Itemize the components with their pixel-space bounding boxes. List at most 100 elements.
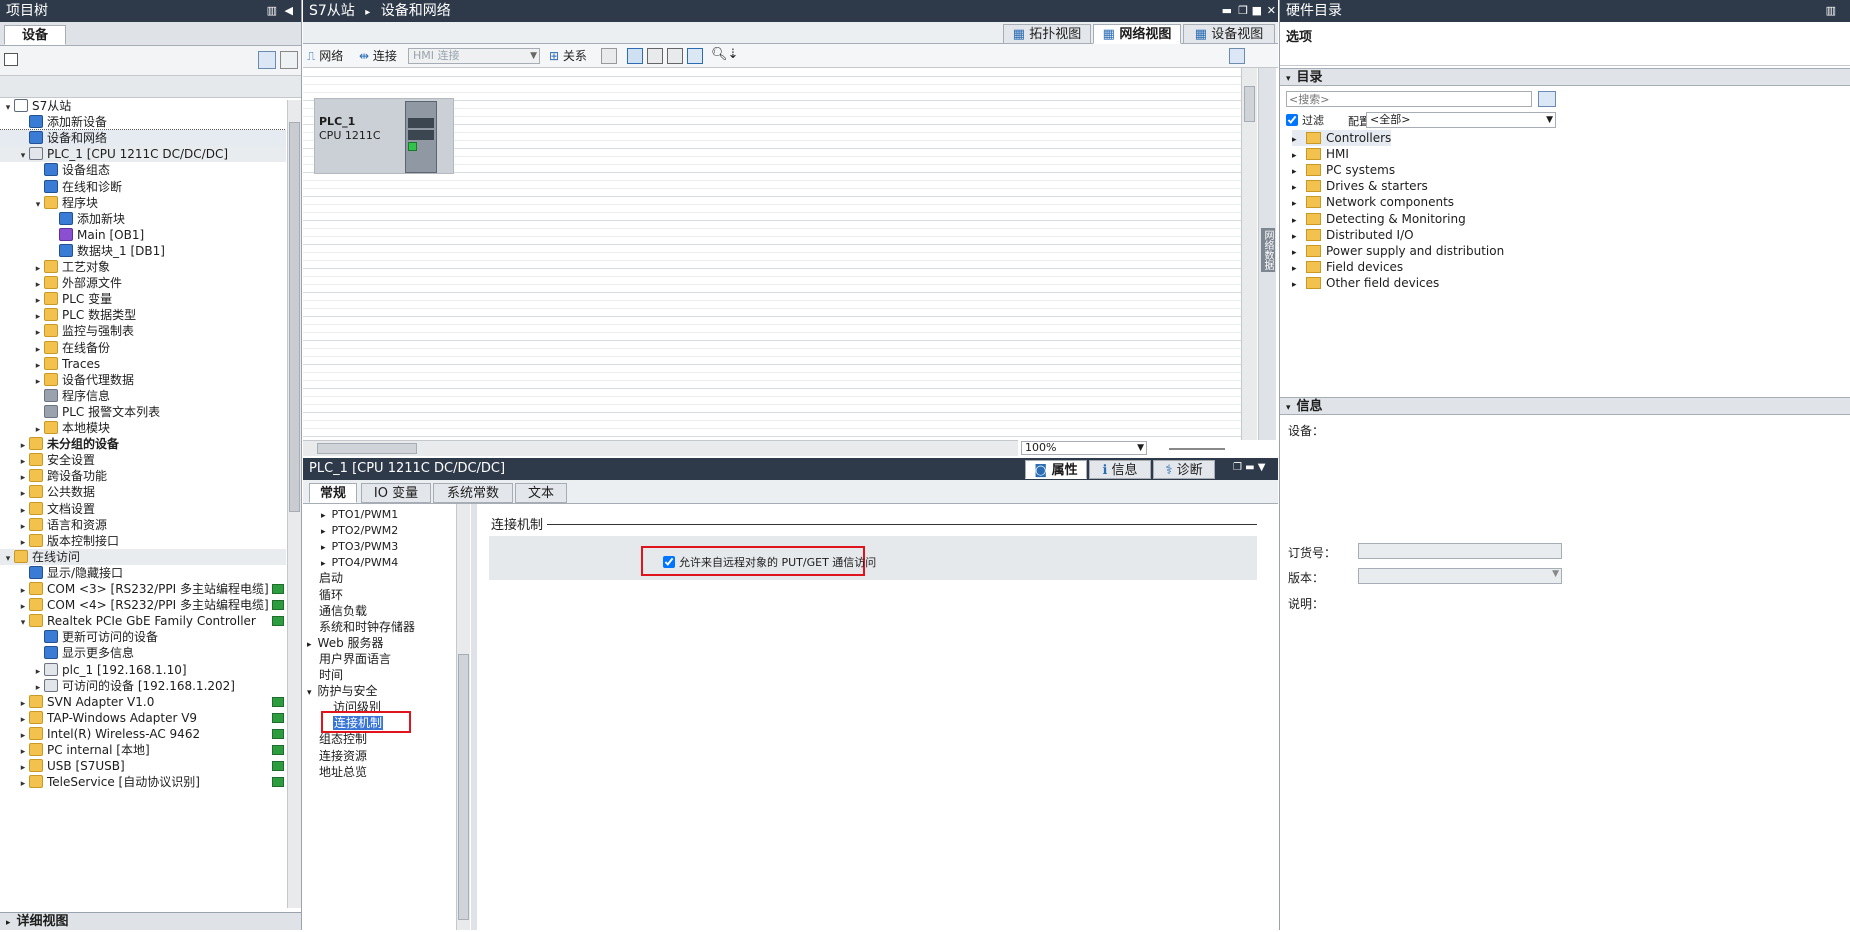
tree-item[interactable]: ▸ PC internal [本地]: [0, 742, 286, 758]
tab-texts[interactable]: 文本: [515, 483, 567, 503]
tree-item[interactable]: ▸ Intel(R) Wireless-AC 9462: [0, 726, 286, 742]
relation-button[interactable]: ⊞ 关系: [549, 47, 587, 65]
nav-item[interactable]: 循环: [319, 587, 343, 603]
tree-item[interactable]: ▸ TAP-Windows Adapter V9: [0, 710, 286, 726]
tree-item[interactable]: 更新可访问的设备: [0, 629, 286, 645]
tree-item[interactable]: ▸ 监控与强制表: [0, 323, 286, 339]
close-icon[interactable]: ✕: [1267, 0, 1276, 22]
details-view-bar[interactable]: ▸ 详细视图: [0, 912, 301, 930]
nav-item[interactable]: 时间: [319, 667, 343, 683]
tree-item[interactable]: PLC 报警文本列表: [0, 404, 286, 420]
put-get-checkbox-row[interactable]: 允许来自远程对象的 PUT/GET 通信访问: [663, 554, 876, 570]
tree-item[interactable]: ▸ 文档设置: [0, 501, 286, 517]
tree-item[interactable]: ▸ 未分组的设备: [0, 436, 286, 452]
nav-item[interactable]: 连接机制: [321, 711, 411, 734]
tree-item[interactable]: ▾ Realtek PCIe GbE Family Controller: [0, 613, 286, 629]
catalog-item[interactable]: ▸ Controllers: [1292, 130, 1392, 146]
zoom-slider[interactable]: [1169, 448, 1225, 450]
collapsed-arrow-icon[interactable]: ▸: [321, 543, 326, 553]
tab-device-view[interactable]: ▦ 设备视图: [1183, 24, 1275, 44]
tab-general[interactable]: 常规: [309, 483, 357, 503]
tree-item[interactable]: ▾ PLC_1 [CPU 1211C DC/DC/DC]: [0, 146, 286, 163]
breadcrumb-root[interactable]: S7从站: [309, 3, 355, 19]
tree-item[interactable]: ▸ 可访问的设备 [192.168.1.202]: [0, 678, 286, 694]
tree-item[interactable]: ▸ 跨设备功能: [0, 468, 286, 484]
catalog-header[interactable]: ▾ 目录: [1280, 68, 1850, 86]
properties-nav-scrollbar[interactable]: [456, 504, 470, 930]
tree-item[interactable]: ▾ 程序块: [0, 195, 286, 211]
nav-item[interactable]: ▸ PTO4/PWM4: [321, 554, 398, 570]
tree-item[interactable]: 显示更多信息: [0, 645, 286, 661]
restore-icon[interactable]: ❐: [1238, 0, 1248, 22]
expanded-arrow-icon[interactable]: ▾: [307, 688, 312, 698]
tree-item[interactable]: ▸ 语言和资源: [0, 517, 286, 533]
toggle-overview-icon[interactable]: [280, 51, 298, 69]
collapsed-arrow-icon[interactable]: ▸: [321, 559, 326, 569]
tree-item[interactable]: 显示/隐藏接口: [0, 565, 286, 581]
info-header[interactable]: ▾ 信息: [1280, 397, 1850, 415]
catalog-item[interactable]: ▸ Field devices: [1292, 259, 1403, 275]
chevron-down-icon[interactable]: ▼: [530, 49, 537, 63]
tree-item[interactable]: ▸ Traces: [0, 356, 286, 372]
tree-item[interactable]: ▸ USB [S7USB]: [0, 758, 286, 774]
tree-item[interactable]: ▸ 公共数据: [0, 484, 286, 500]
tree-item[interactable]: ▸ 工艺对象: [0, 259, 286, 275]
catalog-item[interactable]: ▸ Network components: [1292, 194, 1454, 210]
connection-button[interactable]: ⇹ 连接: [359, 47, 397, 65]
tree-item[interactable]: ▸ 安全设置: [0, 452, 286, 468]
catalog-collapse-icon[interactable]: ▾: [1286, 74, 1291, 84]
tree-item[interactable]: ▸ 本地模块: [0, 420, 286, 436]
tree-item[interactable]: 程序信息: [0, 388, 286, 404]
toolbar-icon-address[interactable]: [601, 48, 617, 64]
canvas-hscroll[interactable]: [303, 440, 1018, 456]
catalog-pin-icon[interactable]: ▥: [1826, 0, 1836, 22]
tree-item[interactable]: ▸ SVN Adapter V1.0: [0, 694, 286, 710]
tree-item[interactable]: ▸ plc_1 [192.168.1.10]: [0, 662, 286, 678]
toolbar-icon-layout-1[interactable]: [627, 48, 643, 64]
tree-item[interactable]: ▾ S7从站: [0, 98, 286, 114]
catalog-search-input[interactable]: [1286, 91, 1532, 107]
catalog-item[interactable]: ▸ Distributed I/O: [1292, 227, 1414, 243]
inspector-tab-diagnostics[interactable]: ⚕ 诊断: [1153, 460, 1215, 479]
nav-item[interactable]: ▸ PTO1/PWM1: [321, 506, 398, 522]
tree-scrollbar[interactable]: [287, 100, 301, 908]
tab-system-constants[interactable]: 系统常数: [433, 483, 513, 503]
tree-item[interactable]: 添加新设备: [0, 114, 286, 130]
network-button[interactable]: ⎍ 网络: [307, 47, 343, 65]
toolbar-icon-layout-4[interactable]: [687, 48, 703, 64]
tree-item[interactable]: ▸ COM <4> [RS232/PPI 多主站编程电缆]: [0, 597, 286, 613]
collapsed-arrow-icon[interactable]: ▸: [307, 640, 312, 650]
zoom-select[interactable]: 100% ▼: [1021, 441, 1147, 455]
tab-devices[interactable]: 设备: [4, 25, 66, 45]
tab-network-view[interactable]: ▦ 网络视图: [1093, 24, 1181, 44]
filter-row[interactable]: 过滤: [1286, 112, 1324, 128]
nav-item[interactable]: 用户界面语言: [319, 651, 391, 667]
tree-scroll-thumb[interactable]: [289, 122, 300, 512]
tree-item[interactable]: 设备和网络: [0, 129, 286, 148]
collapsed-arrow-icon[interactable]: ▸: [17, 776, 29, 792]
put-get-checkbox[interactable]: [663, 556, 675, 568]
collapsed-arrow-icon[interactable]: ▸: [321, 527, 326, 537]
nav-item[interactable]: 系统和时钟存储器: [319, 619, 415, 635]
tree-item[interactable]: 数据块_1 [DB1]: [0, 243, 286, 259]
tree-item[interactable]: ▸ TeleService [自动协议识别]: [0, 774, 286, 790]
profile-select[interactable]: <全部> ▼: [1366, 112, 1556, 128]
connection-type-select[interactable]: HMI 连接 ▼: [408, 48, 540, 64]
canvas-vscroll[interactable]: [1241, 68, 1257, 440]
collapsed-arrow-icon[interactable]: ▸: [321, 511, 326, 521]
inspector-tab-info[interactable]: ℹ 信息: [1089, 460, 1151, 479]
nav-item[interactable]: 连接资源: [319, 748, 367, 764]
tree-item[interactable]: ▸ PLC 变量: [0, 291, 286, 307]
search-icon[interactable]: [1538, 91, 1556, 107]
tree-item[interactable]: ▸ 在线备份: [0, 340, 286, 356]
nav-item[interactable]: 组态控制: [319, 731, 367, 747]
nav-item[interactable]: ▸ Web 服务器: [307, 635, 384, 651]
zoom-icon[interactable]: 🔍︎⇣: [711, 47, 738, 62]
project-view-icon[interactable]: [4, 53, 18, 66]
toolbar-icon-layout-3[interactable]: [667, 48, 683, 64]
tree-item[interactable]: ▸ 外部源文件: [0, 275, 286, 291]
catalog-item[interactable]: ▸ HMI: [1292, 146, 1349, 162]
tree-item[interactable]: 在线和诊断: [0, 179, 286, 195]
toolbar-right-icon[interactable]: [1229, 48, 1245, 64]
tree-item[interactable]: ▸ PLC 数据类型: [0, 307, 286, 323]
